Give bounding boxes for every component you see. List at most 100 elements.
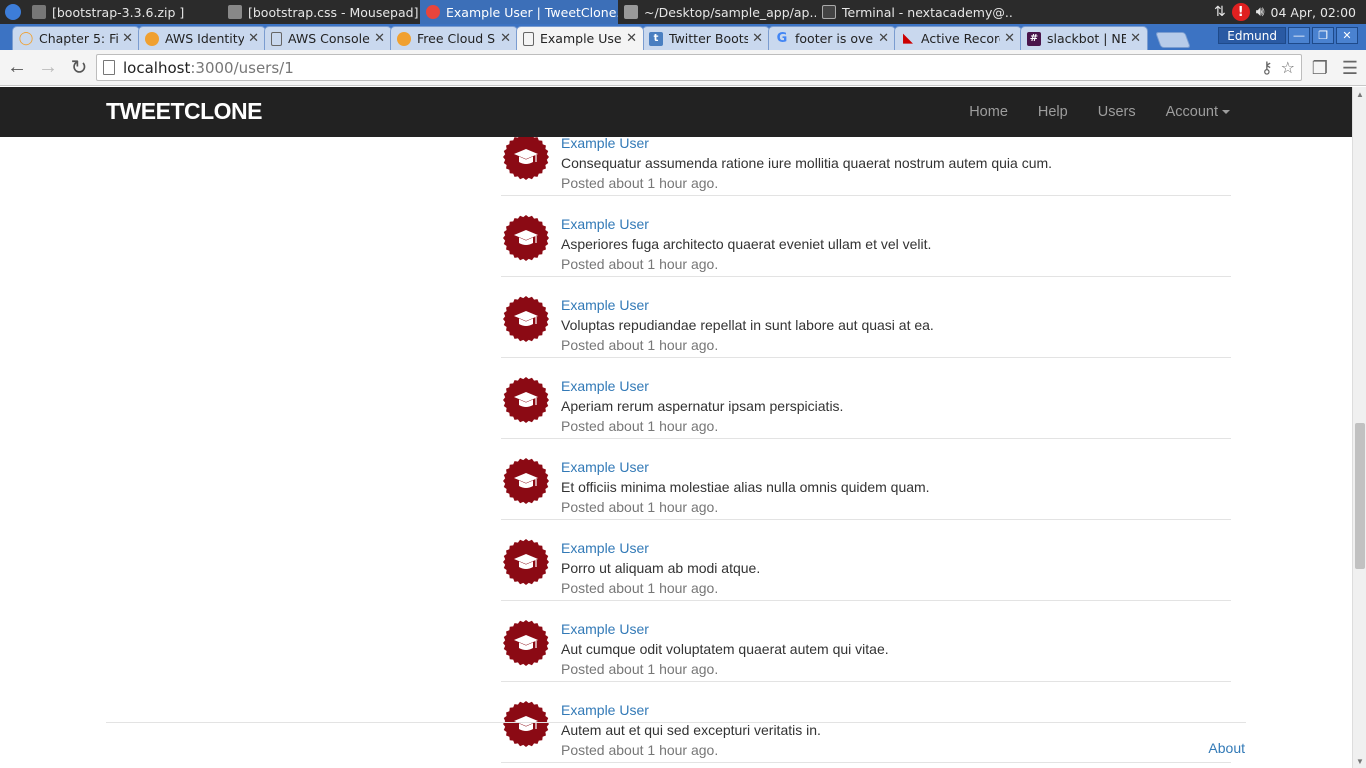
key-icon[interactable]: ⚷ — [1261, 58, 1273, 77]
post-user-link[interactable]: Example User — [561, 459, 649, 475]
close-icon[interactable]: ✕ — [626, 31, 637, 46]
post-user-link[interactable]: Example User — [561, 621, 649, 637]
tab-slackbot[interactable]: # slackbot | NE ✕ — [1020, 26, 1148, 50]
nav-account[interactable]: Account — [1151, 104, 1245, 120]
tab-label: footer is over — [795, 31, 875, 46]
page-icon — [103, 60, 115, 75]
task-mousepad[interactable]: [bootstrap.css - Mousepad] — [222, 0, 420, 24]
restore-icon[interactable]: ❐ — [1312, 27, 1334, 44]
post-timestamp: Posted about 1 hour ago. — [561, 175, 719, 191]
close-icon[interactable]: ✕ — [878, 31, 889, 46]
tab-label: Twitter Boots — [669, 31, 749, 46]
task-label: ~/Desktop/sample_app/ap... — [644, 4, 816, 20]
site-logo[interactable]: TWEETCLONE — [106, 98, 263, 125]
tab-label: AWS Identity — [165, 31, 245, 46]
tab-label: Free Cloud S — [417, 31, 496, 46]
close-icon[interactable]: ✕ — [752, 31, 763, 46]
minimize-icon[interactable]: — — [1288, 27, 1310, 44]
post-user-link[interactable]: Example User — [561, 378, 649, 394]
rails-icon: ◣ — [903, 31, 913, 46]
nav-users[interactable]: Users — [1083, 104, 1151, 120]
tab-free-cloud[interactable]: Free Cloud S ✕ — [390, 26, 518, 50]
reload-icon[interactable]: ↻ — [65, 54, 93, 82]
tab-aws-identity[interactable]: AWS Identity ✕ — [138, 26, 266, 50]
micropost: Example User Aperiam rerum aspernatur ips… — [501, 358, 1231, 439]
new-tab-button[interactable] — [1155, 32, 1191, 48]
task-label: Terminal - nextacademy@... — [842, 4, 1014, 20]
avatar[interactable] — [503, 458, 549, 504]
nav-account-label: Account — [1165, 104, 1218, 120]
url-host: localhost — [123, 58, 191, 77]
scrollbar-thumb[interactable] — [1355, 423, 1365, 569]
tab-label: Chapter 5: Fil — [39, 31, 119, 46]
nav-help[interactable]: Help — [1023, 104, 1083, 120]
close-icon[interactable]: ✕ — [1130, 31, 1141, 46]
avatar[interactable] — [503, 134, 549, 180]
aws-icon — [397, 31, 411, 46]
tab-label: AWS Console — [288, 31, 370, 46]
post-content: Autem aut et qui sed excepturi veritatis… — [561, 722, 821, 738]
os-menu-icon[interactable] — [0, 0, 26, 24]
close-icon[interactable]: ✕ — [500, 31, 511, 46]
post-timestamp: Posted about 1 hour ago. — [561, 580, 719, 596]
micropost: Example User Porro ut aliquam ab modi atq… — [501, 520, 1231, 601]
forward-icon[interactable]: → — [34, 54, 62, 82]
alert-icon[interactable]: ! — [1231, 3, 1250, 21]
avatar[interactable] — [503, 701, 549, 747]
task-chrome[interactable]: Example User | TweetClone... — [420, 0, 618, 24]
volume-icon[interactable]: 🔊︎ — [1256, 4, 1265, 20]
post-timestamp: Posted about 1 hour ago. — [561, 256, 719, 272]
micropost: Example User Asperiores fuga architecto q… — [501, 196, 1231, 277]
post-user-link[interactable]: Example User — [561, 135, 649, 151]
tab-label: slackbot | NE — [1047, 31, 1127, 46]
close-icon[interactable]: ✕ — [248, 31, 259, 46]
profile-button[interactable]: Edmund — [1218, 27, 1286, 44]
network-icon[interactable]: ⇅ — [1214, 4, 1226, 20]
window-controls: — ❐ ✕ — [1288, 27, 1358, 44]
tab-twitter-bootstrap[interactable]: t Twitter Boots ✕ — [642, 26, 770, 50]
avatar[interactable] — [503, 215, 549, 261]
address-bar[interactable]: localhost:3000/users/1 ⚷ ☆ — [96, 54, 1302, 81]
browser-toolbar: ← → ↻ localhost:3000/users/1 ⚷ ☆ ❐ ☰ — [0, 50, 1366, 86]
micropost: Example User Aut cumque odit voluptatem q… — [501, 601, 1231, 682]
avatar[interactable] — [503, 620, 549, 666]
tab-active-record[interactable]: ◣ Active Record ✕ — [894, 26, 1022, 50]
tab-google-search[interactable]: G footer is over ✕ — [768, 26, 896, 50]
post-user-link[interactable]: Example User — [561, 702, 649, 718]
close-icon[interactable]: ✕ — [122, 31, 133, 46]
post-timestamp: Posted about 1 hour ago. — [561, 418, 719, 434]
task-archive[interactable]: [bootstrap-3.3.6.zip ] — [26, 0, 222, 24]
bookmark-star-icon[interactable]: ☆ — [1281, 58, 1295, 77]
footer-divider — [106, 722, 1246, 723]
task-file-manager[interactable]: ~/Desktop/sample_app/ap... — [618, 0, 816, 24]
avatar[interactable] — [503, 539, 549, 585]
close-window-icon[interactable]: ✕ — [1336, 27, 1358, 44]
back-icon[interactable]: ← — [3, 54, 31, 82]
caret-down-icon — [1222, 110, 1230, 115]
post-user-link[interactable]: Example User — [561, 216, 649, 232]
slack-icon: # — [1027, 31, 1041, 46]
scroll-up-icon[interactable]: ▲ — [1353, 87, 1366, 101]
page-scrollbar[interactable]: ▲ ▼ — [1352, 87, 1366, 768]
post-user-link[interactable]: Example User — [561, 297, 649, 313]
micropost: Example User Voluptas repudiandae repella… — [501, 277, 1231, 358]
nav-home[interactable]: Home — [954, 104, 1023, 120]
extension-icon[interactable]: ❐ — [1312, 58, 1328, 79]
site-navbar: TWEETCLONE Home Help Users Account — [0, 87, 1352, 137]
clock[interactable]: 04 Apr, 02:00 — [1271, 5, 1356, 20]
system-tray: ⇅ ! 🔊︎ 04 Apr, 02:00 — [1214, 3, 1366, 21]
post-content: Consequatur assumenda ratione iure molli… — [561, 155, 1053, 171]
close-icon[interactable]: ✕ — [1004, 31, 1015, 46]
tab-label: Example Use — [540, 31, 622, 46]
scroll-down-icon[interactable]: ▼ — [1353, 754, 1366, 768]
tab-example-user[interactable]: Example Use ✕ — [516, 26, 644, 50]
footer-about-link[interactable]: About — [1208, 740, 1245, 756]
post-user-link[interactable]: Example User — [561, 540, 649, 556]
tab-aws-console[interactable]: AWS Console ✕ — [264, 26, 392, 50]
close-icon[interactable]: ✕ — [374, 31, 385, 46]
tab-chapter5[interactable]: ◯ Chapter 5: Fil ✕ — [12, 26, 140, 50]
avatar[interactable] — [503, 377, 549, 423]
menu-icon[interactable]: ☰ — [1342, 58, 1358, 79]
avatar[interactable] — [503, 296, 549, 342]
task-terminal[interactable]: Terminal - nextacademy@... — [816, 0, 1014, 24]
